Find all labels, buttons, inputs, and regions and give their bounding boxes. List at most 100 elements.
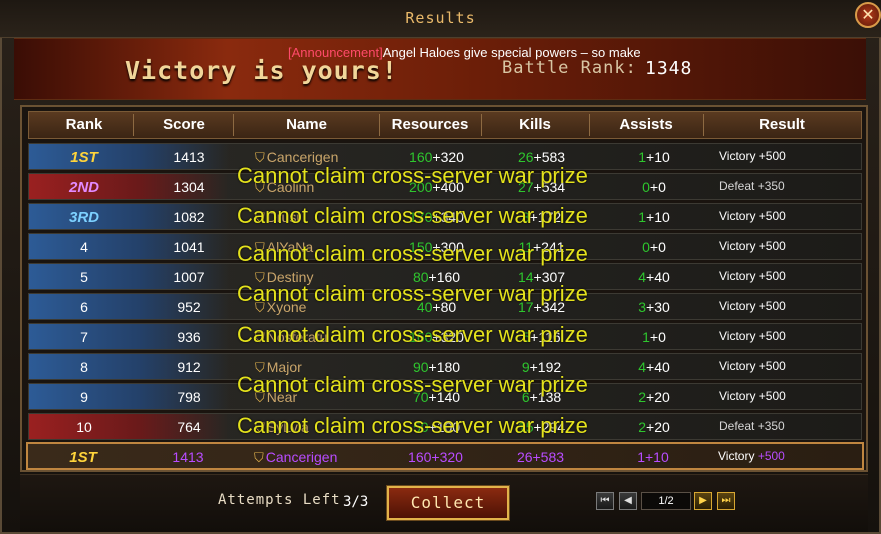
kills-cell: 14+307 [489, 269, 594, 285]
result-cell: Defeat +350 [719, 179, 785, 193]
assists-base: 3 [638, 299, 647, 315]
results-table: Rank Score Name Resources Kills Assists … [20, 105, 868, 472]
kills-base: 11 [518, 239, 533, 255]
resources-cell: 90+180 [384, 359, 489, 375]
resources-cell: 150+300 [384, 239, 489, 255]
last-page-icon[interactable]: ⏭ [717, 492, 735, 510]
prev-page-icon[interactable]: ◀ [619, 492, 637, 510]
kills-base: 5 [522, 329, 531, 345]
kills-cell: 6+138 [489, 389, 594, 405]
score-cell: 936 [177, 329, 201, 345]
assists-bonus: +0 [649, 239, 666, 255]
rank-cell: 9 [80, 389, 88, 405]
score-cell: 1413 [173, 149, 205, 165]
kills-bonus: +192 [529, 359, 562, 375]
result-cell: Victory +500 [719, 329, 786, 343]
player-name: Major [266, 359, 302, 375]
header-result: Result [759, 116, 805, 133]
first-page-icon[interactable]: ⏮ [596, 492, 614, 510]
attempts-left-value: 3/3 [343, 494, 369, 510]
rank-cell: 10 [76, 419, 92, 435]
assists-base: 2 [638, 389, 647, 405]
self-name-cell: ⛉ Cancerigen [254, 449, 394, 466]
assists-cell: 1+10 [599, 209, 709, 225]
player-name: Cancerigen [266, 149, 339, 165]
kills-bonus: +307 [533, 269, 566, 285]
shield-icon: ⛉ [255, 300, 265, 315]
resources-base: 80 [412, 269, 429, 285]
result-cell: Victory +500 [719, 359, 786, 373]
assists-bonus: +0 [649, 179, 666, 195]
name-cell: ⛉ SyLvia [255, 419, 395, 436]
kills-cell: 8+172 [489, 209, 594, 225]
next-page-icon[interactable]: ▶ [694, 492, 712, 510]
header-name: Name [286, 116, 327, 133]
kills-cell: 5+116 [489, 329, 594, 345]
window-title: Results [405, 9, 476, 27]
header-rank: Rank [65, 116, 103, 133]
rank-cell: 2ND [68, 179, 99, 196]
kills-base: 15 [517, 419, 534, 435]
close-button[interactable]: ✕ [855, 2, 881, 28]
result-cell: Victory +500 [719, 209, 786, 223]
resources-cell: 40+80 [384, 299, 489, 315]
table-row: 1ST 1413 ⛉ Cancerigen 160+320 26+583 1+10 Victo… [28, 143, 862, 170]
self-kills: 26+583 [516, 449, 565, 465]
header-kills: Kills [519, 116, 551, 133]
shield-icon: ⛉ [255, 360, 265, 375]
shield-icon: ⛉ [255, 180, 265, 195]
rank-cell: 1ST [70, 149, 98, 166]
table-row: 9 798 ⛉ Near 70+140 6+138 2+20 Victory +500 [28, 383, 862, 410]
player-name: Caolinn [266, 179, 315, 195]
resources-bonus: +400 [432, 179, 464, 195]
collect-button[interactable]: Collect [386, 485, 510, 521]
assists-cell: 3+30 [599, 299, 709, 315]
kills-base: 17 [517, 299, 534, 315]
result-cell: Victory +500 [719, 299, 786, 313]
name-cell: ⛉ Drusi [255, 209, 395, 226]
assists-bonus: +0 [649, 329, 666, 345]
score-cell: 798 [177, 389, 201, 405]
kills-cell: 26+583 [489, 149, 594, 165]
header-resources: Resources [391, 116, 469, 133]
assists-cell: 0+0 [599, 239, 709, 255]
self-result: Victory +500 [718, 449, 838, 463]
assists-cell: 4+40 [599, 269, 709, 285]
attempts-left-label: Attempts Left [218, 492, 341, 508]
resources-base: 200 [409, 179, 433, 195]
assists-base: 2 [638, 419, 647, 435]
resources-cell: 170+340 [384, 209, 489, 225]
resources-bonus: +300 [432, 239, 464, 255]
table-header: Rank Score Name Resources Kills Assists … [28, 111, 862, 139]
rank-cell: 8 [80, 359, 88, 375]
kills-base: 27 [517, 179, 534, 195]
battle-rank-value: 1348 [645, 58, 693, 79]
assists-bonus: +30 [646, 299, 670, 315]
resources-cell: 160+320 [384, 149, 489, 165]
kills-bonus: +294 [533, 419, 566, 435]
kills-bonus: +138 [529, 389, 562, 405]
resources-base: 70 [412, 389, 429, 405]
self-score: 1413 [172, 449, 204, 465]
self-resources: 160+320 [408, 449, 463, 465]
table-row: 10 764 ⛉ SyLvia 50+100 15+294 2+20 Defeat +350 [28, 413, 862, 440]
kills-bonus: +172 [529, 209, 562, 225]
kills-base: 9 [521, 359, 530, 375]
result-cell: Victory +500 [719, 269, 786, 283]
self-result-row: 1ST 1413 ⛉ Cancerigen 160+320 26+583 1+10… [26, 442, 864, 470]
resources-base: 40 [416, 299, 433, 315]
rank-cell: 4 [80, 239, 88, 255]
self-name: Cancerigen [265, 449, 338, 465]
table-row: 6 952 ⛉ Xyone 40+80 17+342 3+30 Victory +500 [28, 293, 862, 320]
assists-cell: 1+10 [599, 149, 709, 165]
kills-cell: 27+534 [489, 179, 594, 195]
assists-bonus: +20 [646, 419, 670, 435]
assists-bonus: +20 [646, 389, 670, 405]
assists-base: 4 [638, 359, 647, 375]
name-cell: ⛉ Xyone [255, 299, 395, 316]
assists-cell: 0+0 [599, 179, 709, 195]
result-cell: Defeat +350 [719, 419, 785, 433]
resources-bonus: +160 [428, 269, 461, 285]
rank-cell: 7 [80, 329, 88, 345]
name-cell: ⛉ AlYaNa [255, 239, 395, 256]
